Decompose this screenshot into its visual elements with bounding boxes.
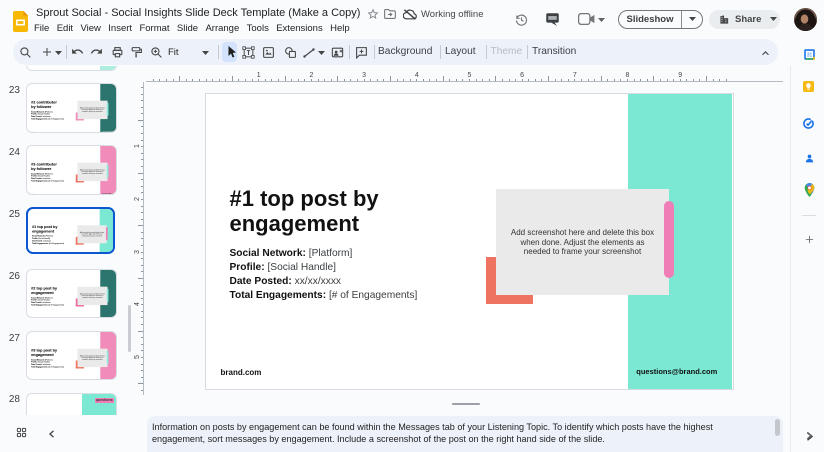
svg-text:31: 31 xyxy=(807,53,813,59)
